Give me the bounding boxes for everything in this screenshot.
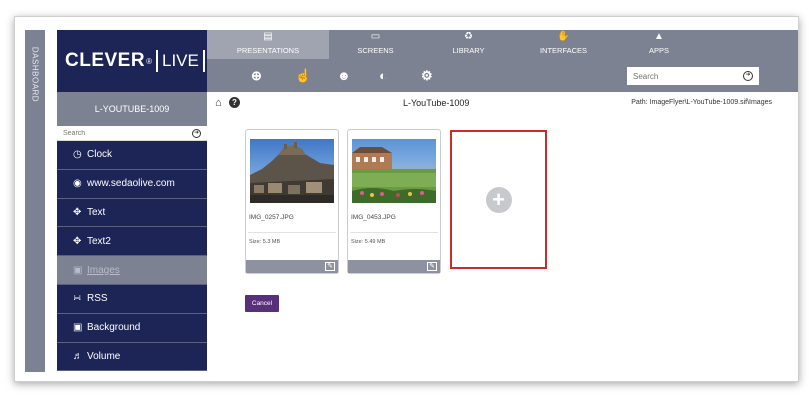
android-icon: ▲ <box>654 31 664 42</box>
card-filesize: Size: 5.3 MB <box>249 239 281 245</box>
monitor-icon: ▭ <box>370 31 381 42</box>
sidebar-item-text[interactable]: ✥ Text <box>57 198 207 228</box>
top-nav: ▤ PRESENTATIONS ▭ SCREENS ♻ LIBRARY ✋ IN… <box>207 30 798 59</box>
add-icon[interactable]: ⊕ <box>251 68 262 84</box>
app-window: DASHBOARD CLEVER® LIVE L-YOUTUBE-1009 ➜ … <box>14 16 799 382</box>
card-footer: ✎ <box>246 260 338 273</box>
sidebar-item-label: Text2 <box>87 235 111 247</box>
tab-library[interactable]: ♻ LIBRARY <box>422 30 515 59</box>
tab-label: LIBRARY <box>452 46 485 55</box>
add-image-card[interactable]: + <box>450 130 547 269</box>
sidebar-item-label: Images <box>87 264 120 276</box>
interface-icon: ✋ <box>557 31 570 42</box>
logo-word2: LIVE <box>155 50 205 72</box>
tab-label: APPS <box>648 46 669 55</box>
card-filename: IMG_0453.JPG <box>351 214 396 221</box>
sidebar-search: ➜ <box>57 126 207 141</box>
tab-apps[interactable]: ▲ APPS <box>612 30 706 59</box>
image-card[interactable]: IMG_0453.JPG Size: 5.49 MB ✎ <box>347 129 441 274</box>
top-search: ➜ <box>627 67 759 85</box>
card-filename: IMG_0257.JPG <box>249 214 294 221</box>
sidebar-item-label: www.sedaolive.com <box>87 178 175 190</box>
path-label: Path: ImageFlyer\L-YouTube-1009.sif\Imag… <box>631 99 772 106</box>
sidebar-item-background[interactable]: ▣ Background <box>57 313 207 343</box>
sidebar-item-text2[interactable]: ✥ Text2 <box>57 227 207 257</box>
sidebar-item-images[interactable]: ▣ Images <box>57 256 207 285</box>
volume-icon: ♬ <box>73 350 83 362</box>
logo-word1: CLEVER <box>65 50 146 71</box>
sidebar-item-label: RSS <box>87 293 108 305</box>
add-icon: + <box>485 186 512 213</box>
image-icon: ▣ <box>73 264 83 276</box>
tab-label: PRESENTATIONS <box>236 46 300 55</box>
clock-icon: ◷ <box>73 149 82 161</box>
page-title: L-YouTube-1009 <box>403 98 470 108</box>
gamepad-icon[interactable]: ◐ <box>379 68 387 83</box>
sidebar-item-clock[interactable]: ◷ Clock <box>57 141 207 170</box>
gear-icon[interactable]: ⚙ <box>421 68 433 84</box>
library-icon: ♻ <box>464 31 473 42</box>
sidebar-search-input[interactable] <box>63 129 163 137</box>
tab-label: SCREENS <box>357 46 394 55</box>
sidebar-item-rss[interactable]: ∺ RSS <box>57 284 207 314</box>
card-divider <box>248 232 336 233</box>
touch-icon[interactable]: ☝ <box>295 68 311 84</box>
logo-reg-mark: ® <box>146 56 152 66</box>
users-icon[interactable]: ☻ <box>337 68 351 83</box>
help-icon[interactable]: ? <box>229 97 240 108</box>
header-row: ⌂ ? L-YouTube-1009 Path: ImageFlyer\L-Yo… <box>207 92 798 114</box>
image-icon: ▣ <box>73 322 83 334</box>
home-icon[interactable]: ⌂ <box>215 97 222 109</box>
edit-icon[interactable]: ✎ <box>325 262 335 271</box>
sidebar-item-label: Background <box>87 322 141 334</box>
castle-image-thumbnail <box>250 139 334 203</box>
toolbar: ⊕ ☝ ☻ ◐ ⚙ ➜ <box>207 59 798 92</box>
sidebar-title: L-YOUTUBE-1009 <box>57 92 207 126</box>
card-divider <box>350 232 438 233</box>
garden-image-thumbnail <box>352 139 436 203</box>
sidebar-item-volume[interactable]: ♬ Volume <box>57 342 207 372</box>
cancel-button[interactable]: Cancel <box>245 295 279 312</box>
card-footer: ✎ <box>348 260 440 273</box>
tab-screens[interactable]: ▭ SCREENS <box>329 30 422 59</box>
card-filesize: Size: 5.49 MB <box>351 239 386 245</box>
top-search-go-icon[interactable]: ➜ <box>743 71 753 81</box>
dashboard-label: DASHBOARD <box>30 46 40 103</box>
clever-live-logo: CLEVER ® LIVE <box>57 30 207 92</box>
chrome-icon: ◉ <box>73 178 82 190</box>
sidebar-item-label: Text <box>87 206 106 218</box>
tab-presentations[interactable]: ▤ PRESENTATIONS <box>207 30 329 59</box>
move-icon: ✥ <box>73 206 82 218</box>
sidebar: L-YOUTUBE-1009 ➜ ◷ Clock ◉ www.sedaolive… <box>57 92 207 381</box>
dashboard-strip[interactable]: DASHBOARD <box>25 30 45 372</box>
sidebar-item-website[interactable]: ◉ www.sedaolive.com <box>57 169 207 199</box>
image-card[interactable]: IMG_0257.JPG Size: 5.3 MB ✎ <box>245 129 339 274</box>
sidebar-item-label: Clock <box>87 149 113 161</box>
top-search-input[interactable] <box>633 71 733 81</box>
edit-icon[interactable]: ✎ <box>427 262 437 271</box>
move-icon: ✥ <box>73 235 82 247</box>
sidebar-search-go-icon[interactable]: ➜ <box>192 128 201 138</box>
sidebar-item-label: Volume <box>87 350 121 362</box>
presentation-icon: ▤ <box>263 31 273 42</box>
tab-interfaces[interactable]: ✋ INTERFACES <box>515 30 612 59</box>
rss-icon: ∺ <box>73 293 82 305</box>
tab-label: INTERFACES <box>539 46 588 55</box>
